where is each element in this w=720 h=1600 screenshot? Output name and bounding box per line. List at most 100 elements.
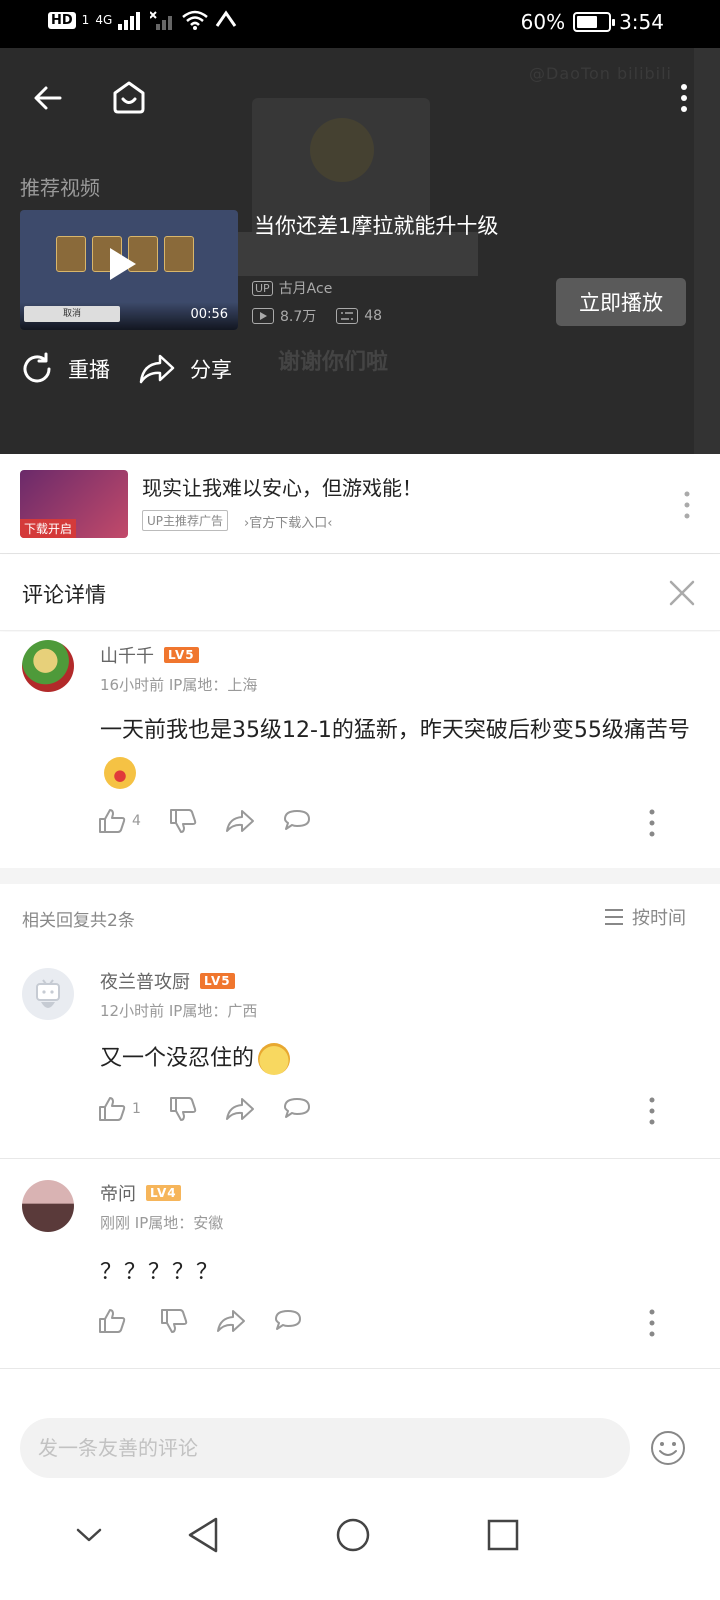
avatar[interactable] [22,1180,74,1232]
play-now-button[interactable]: 立即播放 [556,278,686,326]
main-comment: 山千千 LV5 16小时前 IP属地：上海 一天前我也是35级12-1的猛新，昨… [0,632,720,868]
thumbs-down-icon [169,1097,197,1121]
home-tv-icon [113,81,145,114]
home-button[interactable] [104,72,154,122]
replay-icon [23,352,51,383]
avatar[interactable] [22,640,74,692]
share-comment-button[interactable] [225,1097,255,1121]
like-button[interactable] [98,1308,132,1334]
danmaku-count: 48 [364,308,383,324]
back-button[interactable] [24,74,72,122]
comment-input-container [20,1418,630,1478]
reply-button[interactable] [283,809,311,833]
sort-by-time-button[interactable]: 按时间 [604,904,686,930]
circle-home-icon [336,1518,370,1552]
ad-thumbnail[interactable]: 下载开启 [20,470,128,538]
comment-username[interactable]: 帝问 [100,1180,136,1206]
section-divider [0,868,720,884]
comment-more-icon[interactable] [648,1308,656,1338]
nav-collapse-button[interactable] [64,1510,114,1560]
like-count: 4 [132,813,141,829]
comment-meta: 16小时前 IP属地：上海 [100,676,258,694]
comment-more-icon[interactable] [648,808,656,838]
comment-body: 一天前我也是35级12-1的猛新，昨天突破后秒变55级痛苦号 [100,718,690,743]
uploader-name: 古月Ace [278,281,333,297]
battery-percent: 60% [520,10,566,34]
list-sort-icon [605,909,623,925]
ad-download-link[interactable]: ›官方下载入口‹ [244,512,332,531]
network-type: 4G [95,13,113,27]
up-badge: UP [252,280,273,296]
nav-recents-button[interactable] [478,1510,528,1560]
nav-back-button[interactable] [178,1510,228,1560]
comment-detail-header: 评论详情 [0,555,720,631]
comment-more-icon[interactable] [648,1096,656,1126]
replay-button[interactable]: 重播 [20,352,110,386]
emoji-picker-icon[interactable] [650,1430,686,1466]
crying-emoji-icon [104,757,136,789]
ad-title[interactable]: 现实让我难以安心，但游戏能！ [142,472,422,501]
thumbs-down-icon [161,1309,188,1333]
more-vertical-icon [681,84,687,112]
recommended-video-title[interactable]: 当你还差1摩拉就能升十级 [254,210,498,240]
level-badge: LV4 [146,1185,181,1201]
system-navigation-bar [0,1490,720,1600]
ad-thumbnail-label: 下载开启 [20,519,77,538]
thumbs-up-icon [99,1309,126,1333]
reply-button[interactable] [274,1309,302,1333]
share-icon [225,1098,254,1120]
share-icon [139,354,175,384]
reply-item: 帝问 LV4 刚刚 IP属地：安徽 ？？？？？ [0,1172,720,1368]
video-watermark: @DaoTon bilibili [529,64,672,83]
share-icon [225,810,254,832]
reply-button[interactable] [283,1097,311,1121]
clock: 3:54 [619,10,664,34]
comment-detail-title: 评论详情 [22,583,106,607]
play-icon [110,248,136,280]
comment-input[interactable] [20,1418,630,1478]
grinning-emoji-icon [258,1043,291,1075]
share-comment-button[interactable] [225,809,255,833]
nav-home-button[interactable] [328,1510,378,1560]
video-player-end-panel[interactable]: @DaoTon bilibili 谢谢你们啦 推荐视频 取消 00:56 当你还… [0,48,720,454]
like-button[interactable]: 1 [98,1096,141,1122]
hd-badge: HD [48,11,76,29]
thumbs-up-icon [99,809,126,833]
more-options-button[interactable] [670,74,698,122]
recommend-label: 推荐视频 [20,176,100,200]
uploader-row: UP 古月Ace [252,278,332,298]
close-icon[interactable] [668,579,696,607]
replay-label: 重播 [68,358,110,382]
dislike-button[interactable] [169,1096,197,1122]
dislike-button[interactable] [160,1308,188,1334]
sort-label: 按时间 [632,908,686,929]
share-button[interactable]: 分享 [138,352,232,386]
reply-item: 夜兰普攻厨 LV5 12小时前 IP属地：广西 又一个没忍住的 1 [0,960,720,1156]
chat-bubble-icon [283,1098,310,1118]
signal-icon [118,12,141,30]
play-count: 8.7万 [280,309,317,325]
wifi-icon [182,10,209,30]
avatar[interactable] [22,968,74,1020]
comment-username[interactable]: 夜兰普攻厨 [100,968,190,994]
danmaku-icon [336,308,359,324]
ad-more-icon[interactable] [682,490,692,520]
share-comment-button[interactable] [216,1309,246,1333]
comment-user-row: 山千千 LV5 [100,642,199,668]
sponsored-ad[interactable]: 下载开启 现实让我难以安心，但游戏能！ UP主推荐广告 ›官方下载入口‹ [0,454,720,554]
battery-level [577,16,598,28]
share-label: 分享 [190,358,232,382]
battery-icon [573,12,616,32]
status-bar: HD 1 4G 60% 3:54 [0,0,720,48]
back-arrow-icon [34,86,62,110]
dislike-button[interactable] [169,808,197,834]
nfc-icon [216,10,237,27]
comment-user-row: 帝问 LV4 [100,1180,181,1206]
recommended-video-thumbnail[interactable]: 取消 00:56 [20,210,238,330]
status-left: HD 1 4G [48,10,238,30]
comment-username[interactable]: 山千千 [100,642,154,668]
like-button[interactable]: 4 [98,808,141,834]
comment-meta: 12小时前 IP属地：广西 [100,1002,258,1020]
comment-actions: 1 [98,1096,339,1122]
share-icon [217,1310,245,1332]
